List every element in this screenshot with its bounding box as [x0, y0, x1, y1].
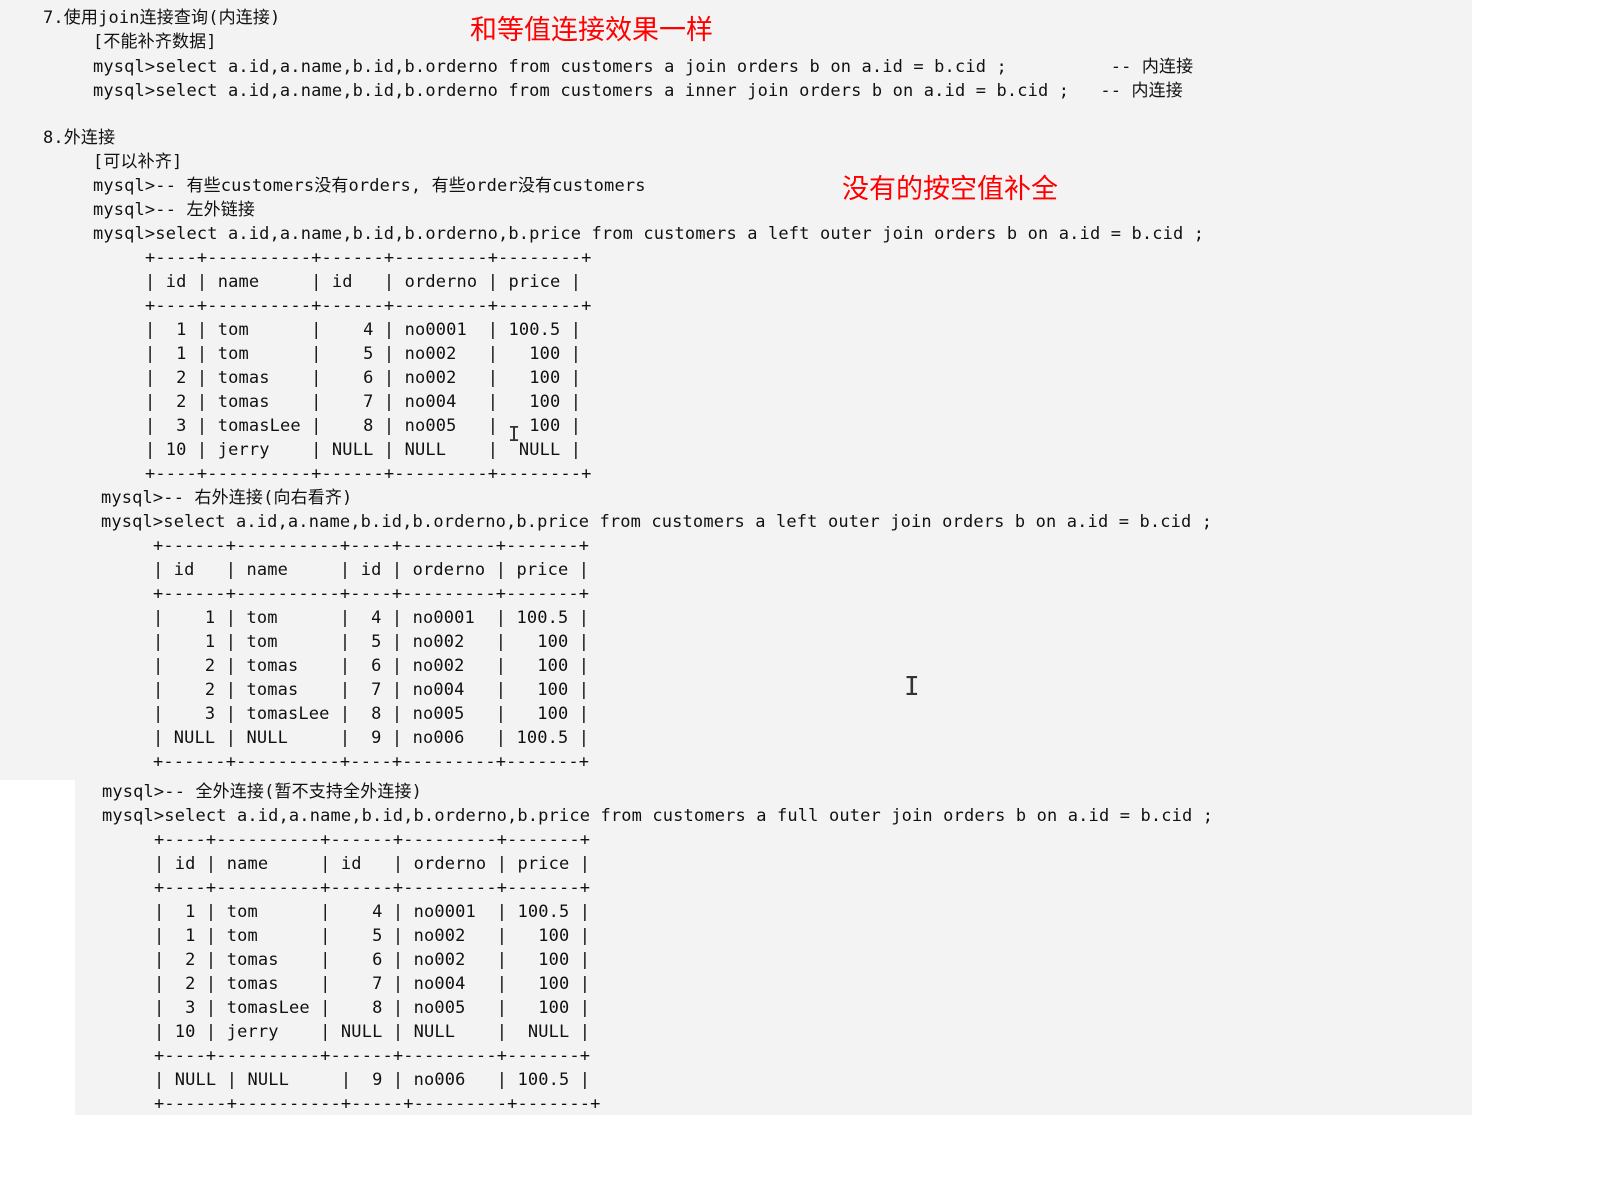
table-row: | 2 | tomas | 6 | no002 | 100 | — [154, 950, 591, 970]
outer-join-comment-1: mysql>-- 有些customers没有orders, 有些order没有c… — [93, 176, 646, 196]
table-row: | 2 | tomas | 7 | no004 | 100 | — [154, 974, 591, 994]
table-row: | 2 | tomas | 7 | no004 | 100 | — [145, 392, 582, 412]
table-row: | 2 | tomas | 6 | no002 | 100 | — [145, 368, 582, 388]
table-line: +----+----------+------+---------+------… — [154, 878, 591, 898]
table-row: | 3 | tomasLee | 8 | no005 | 100 | — [154, 998, 591, 1018]
table-line: +------+----------+----+---------+------… — [153, 536, 590, 556]
section8-note: [可以补齐] — [93, 152, 183, 172]
table-row: | 3 | tomasLee | 8 | no005 | 100 | — [153, 704, 590, 724]
text-cursor-icon: I — [508, 422, 521, 446]
table-header-row: | id | name | id | orderno | price | — [153, 560, 590, 580]
table-row: | NULL | NULL | 9 | no006 | 100.5 | — [154, 1070, 591, 1090]
text-cursor-icon: I — [904, 672, 920, 702]
table-row: | 1 | tom | 4 | no0001 | 100.5 | — [154, 902, 591, 922]
full-join-comment: mysql>-- 全外连接(暂不支持全外连接) — [102, 782, 423, 802]
inner-join-query-1: mysql>select a.id,a.name,b.id,b.orderno … — [93, 57, 1194, 77]
table-header-row: | id | name | id | orderno | price | — [145, 272, 582, 292]
table-row: | 2 | tomas | 6 | no002 | 100 | — [153, 656, 590, 676]
inner-join-query-2: mysql>select a.id,a.name,b.id,b.orderno … — [93, 81, 1183, 101]
section8-heading: 8.外连接 — [43, 128, 116, 148]
table-line: +----+----------+------+---------+------… — [154, 1046, 591, 1066]
table-row: | 1 | tom | 4 | no0001 | 100.5 | — [145, 320, 582, 340]
full-join-query: mysql>select a.id,a.name,b.id,b.orderno,… — [102, 806, 1214, 826]
table-line: +------+----------+----+---------+------… — [153, 584, 590, 604]
table-line: +------+----------+----+---------+------… — [153, 752, 590, 772]
table-row: | 1 | tom | 4 | no0001 | 100.5 | — [153, 608, 590, 628]
table-row: | NULL | NULL | 9 | no006 | 100.5 | — [153, 728, 590, 748]
table-row: | 2 | tomas | 7 | no004 | 100 | — [153, 680, 590, 700]
equijoin-annotation: 和等值连接效果一样 — [470, 15, 713, 46]
section7-heading: 7.使用join连接查询(内连接) — [43, 8, 281, 28]
table-line: +------+----------+-----+---------+-----… — [154, 1094, 601, 1114]
table-header-row: | id | name | id | orderno | price | — [154, 854, 591, 874]
table-line: +----+----------+------+---------+------… — [145, 296, 592, 316]
outer-join-comment-2: mysql>-- 左外链接 — [93, 200, 256, 220]
table-line: +----+----------+------+---------+------… — [154, 830, 591, 850]
section7-note: [不能补齐数据] — [93, 32, 217, 52]
table-line: +----+----------+------+---------+------… — [145, 464, 592, 484]
right-join-comment: mysql>-- 右外连接(向右看齐) — [101, 488, 353, 508]
table-row: | 1 | tom | 5 | no002 | 100 | — [153, 632, 590, 652]
left-join-query: mysql>select a.id,a.name,b.id,b.orderno,… — [93, 224, 1205, 244]
table-row: | 1 | tom | 5 | no002 | 100 | — [154, 926, 591, 946]
fill-null-annotation: 没有的按空值补全 — [842, 174, 1058, 205]
table-row: | 10 | jerry | NULL | NULL | NULL | — [154, 1022, 591, 1042]
document-page: 7.使用join连接查询(内连接) [不能补齐数据] 和等值连接效果一样 mys… — [0, 0, 1600, 1200]
table-row: | 1 | tom | 5 | no002 | 100 | — [145, 344, 582, 364]
table-line: +----+----------+------+---------+------… — [145, 248, 592, 268]
right-join-query: mysql>select a.id,a.name,b.id,b.orderno,… — [101, 512, 1213, 532]
